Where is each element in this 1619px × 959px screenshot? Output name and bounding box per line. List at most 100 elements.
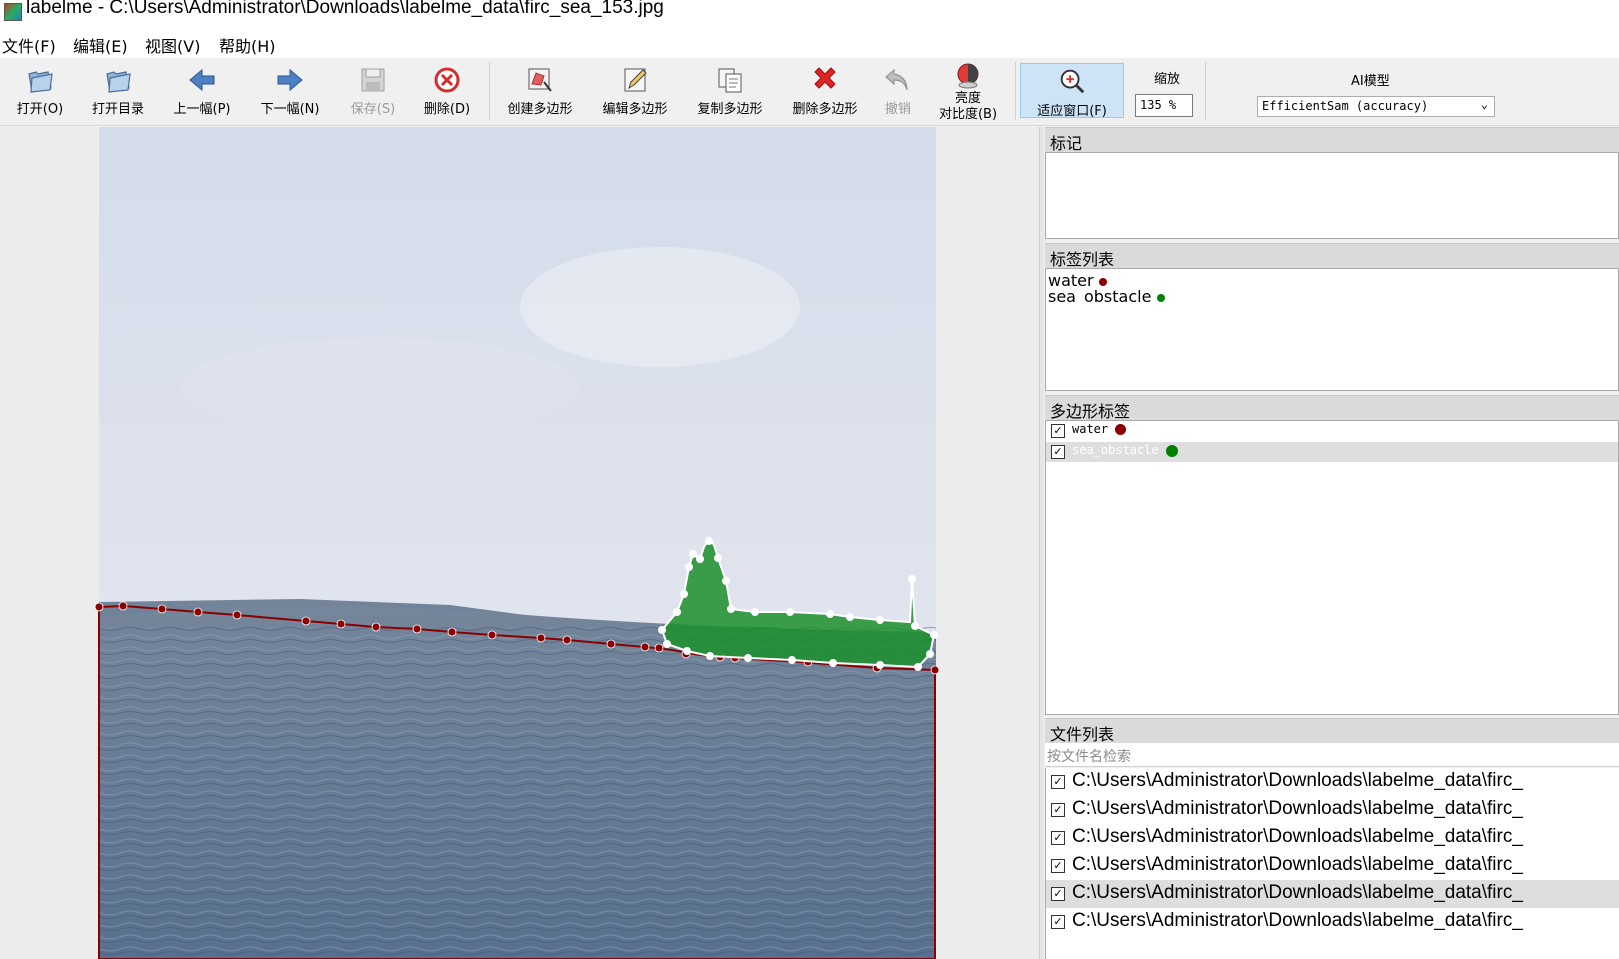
edit-polygon-label: 编辑多边形 [602,102,668,117]
file-list-dock-title: 文件列表 [1045,718,1619,744]
label-list-item-text: sea_obstacle [1048,287,1152,303]
label-list-dock: 标签列表 water sea_obstacle [1045,243,1619,391]
file-list-item[interactable]: ✓ C:\Users\Administrator\Downloads\label… [1046,852,1619,880]
polygon-visible-checkbox[interactable]: ✓ [1051,424,1065,438]
zoom-input[interactable]: 135 % [1135,94,1193,117]
zoom-control: 缩放 135 % [1131,58,1203,124]
label-color-dot [1098,277,1107,286]
ai-model-value: EfficientSam (accuracy) [1262,99,1429,113]
save-button[interactable]: 保存(S) [342,58,404,124]
edit-polygon-button[interactable]: 编辑多边形 [594,58,676,124]
file-path: C:\Users\Administrator\Downloads\labelme… [1072,882,1523,903]
folder-open-icon [28,71,53,93]
photo-image [99,127,936,959]
polygon-label-row-water[interactable]: ✓ water [1046,421,1618,441]
file-path: C:\Users\Administrator\Downloads\labelme… [1072,910,1523,931]
prev-image-label: 上一幅(P) [173,102,231,117]
delete-file-label: 删除(D) [423,102,471,117]
toolbar-separator [1205,62,1206,120]
ai-model-label: AI模型 [1351,74,1390,89]
polygon-labels-dock: 多边形标签 ✓ water ✓ sea_obstacle [1045,395,1619,715]
folder-open-icon [106,71,131,93]
menu-help[interactable]: 帮助(H) [219,33,276,57]
create-polygon-label: 创建多边形 [507,102,573,117]
file-path: C:\Users\Administrator\Downloads\labelme… [1072,798,1523,819]
label-list-item-text: water [1048,271,1094,287]
polygon-label-text: water [1072,422,1127,436]
file-list-item[interactable]: ✓ C:\Users\Administrator\Downloads\label… [1046,796,1619,824]
next-image-button[interactable]: 下一幅(N) [254,58,326,124]
file-search-input[interactable]: 按文件名检索 [1045,743,1619,767]
delete-x-icon [814,67,836,89]
file-checkbox[interactable]: ✓ [1051,915,1065,929]
flags-list[interactable] [1045,152,1619,239]
brightness-icon [957,63,979,89]
file-checkbox[interactable]: ✓ [1051,887,1065,901]
open-dir-button[interactable]: 打开目录 [84,58,152,124]
open-dir-label: 打开目录 [91,102,144,117]
label-color-dot [1156,293,1165,302]
polygon-color-dot [1165,444,1178,457]
create-polygon-button[interactable]: 创建多边形 [498,58,582,124]
undo-label: 撤销 [884,102,911,117]
toolbar-separator [489,62,490,120]
label-list-item-sea-obstacle[interactable]: sea_obstacle [1048,287,1165,303]
file-list-dock: 文件列表 按文件名检索 ✓ C:\Users\Administrator\Dow… [1045,718,1619,959]
delete-circle-icon [434,67,460,93]
open-label: 打开(O) [16,102,64,117]
file-checkbox[interactable]: ✓ [1051,803,1065,817]
image-canvas[interactable] [0,127,1040,959]
canvas-scrollbar[interactable] [1039,127,1044,959]
ai-model-select[interactable]: EfficientSam (accuracy) ⌄ [1257,96,1495,117]
label-list[interactable]: water sea_obstacle [1045,268,1619,391]
ai-model-control: AI模型 EfficientSam (accuracy) ⌄ [1245,58,1505,124]
delete-polygon-button[interactable]: 删除多边形 [784,58,866,124]
undo-icon [885,68,908,91]
polygon-labels-list[interactable]: ✓ water ✓ sea_obstacle [1045,420,1619,715]
delete-file-button[interactable]: 删除(D) [416,58,478,124]
open-button[interactable]: 打开(O) [8,58,72,124]
label-list-item-water[interactable]: water [1048,271,1107,287]
brightness-label-line2: 对比度(B) [938,107,998,122]
create-polygon-icon [528,68,552,92]
file-checkbox[interactable]: ✓ [1051,775,1065,789]
file-path: C:\Users\Administrator\Downloads\labelme… [1072,770,1523,791]
menu-edit[interactable]: 编辑(E) [73,33,128,57]
polygon-label-row-sea-obstacle[interactable]: ✓ sea_obstacle [1046,442,1618,462]
zoom-label: 缩放 [1153,72,1180,87]
zoom-fit-icon [1060,69,1085,94]
file-list[interactable]: ✓ C:\Users\Administrator\Downloads\label… [1045,768,1619,959]
save-icon [361,68,385,92]
polygon-labels-dock-title: 多边形标签 [1045,395,1619,421]
file-path: C:\Users\Administrator\Downloads\labelme… [1072,826,1523,847]
file-list-item-selected[interactable]: ✓ C:\Users\Administrator\Downloads\label… [1046,880,1619,908]
brightness-label-line1: 亮度 [954,91,981,106]
next-image-label: 下一幅(N) [260,102,320,117]
chevron-down-icon: ⌄ [1480,97,1488,111]
menu-bar: 文件(F) 编辑(E) 视图(V) 帮助(H) [0,28,1619,58]
fit-window-button[interactable]: 适应窗口(F) [1020,63,1124,119]
brightness-contrast-button[interactable]: 亮度 对比度(B) [930,58,1006,124]
file-list-item[interactable]: ✓ C:\Users\Administrator\Downloads\label… [1046,908,1619,936]
delete-polygon-label: 删除多边形 [792,102,858,117]
file-checkbox[interactable]: ✓ [1051,859,1065,873]
file-path: C:\Users\Administrator\Downloads\labelme… [1072,854,1523,875]
polygon-visible-checkbox[interactable]: ✓ [1051,445,1065,459]
arrow-left-icon [189,68,215,92]
edit-pencil-icon [624,68,647,92]
file-list-item[interactable]: ✓ C:\Users\Administrator\Downloads\label… [1046,824,1619,852]
file-list-item[interactable]: ✓ C:\Users\Administrator\Downloads\label… [1046,768,1619,796]
title-bar: labelme - C:\Users\Administrator\Downloa… [0,0,1619,28]
file-checkbox[interactable]: ✓ [1051,831,1065,845]
flags-dock: 标记 [1045,127,1619,239]
annotation-canvas-svg[interactable] [0,127,1040,959]
window-title: labelme - C:\Users\Administrator\Downloa… [26,0,664,18]
polygon-label-text: sea_obstacle [1072,443,1178,457]
undo-button[interactable]: 撤销 [876,58,920,124]
menu-file[interactable]: 文件(F) [2,33,56,57]
label-list-dock-title: 标签列表 [1045,243,1619,269]
prev-image-button[interactable]: 上一幅(P) [166,58,238,124]
copy-polygon-button[interactable]: 复制多边形 [689,58,771,124]
menu-view[interactable]: 视图(V) [145,33,200,57]
polygon-color-dot [1115,424,1127,435]
